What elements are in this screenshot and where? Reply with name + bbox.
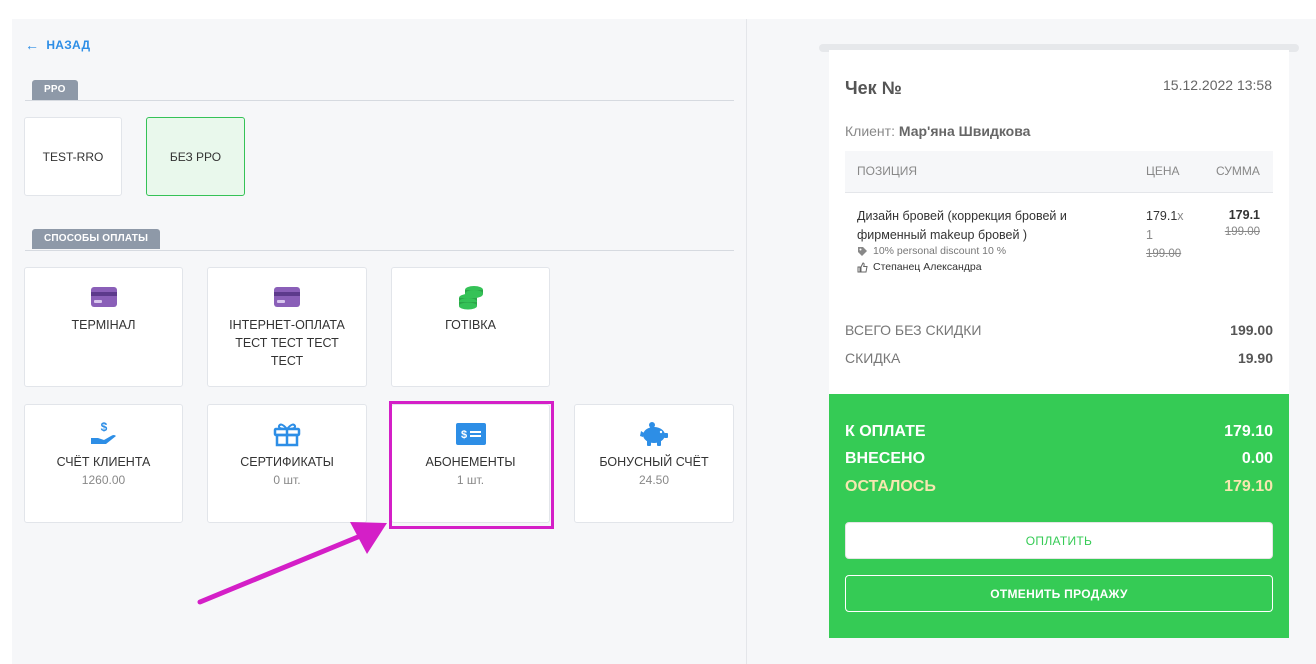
total-no-discount-value: 199.00 xyxy=(1230,322,1273,338)
payment-method-terminal[interactable]: ТЕРМІНАЛ xyxy=(24,267,183,387)
paid-row: ВНЕСЕНО 0.00 xyxy=(845,450,1273,468)
coins-icon xyxy=(457,284,485,310)
payment-method-cash[interactable]: ГОТІВКА xyxy=(391,267,550,387)
payment-method-label: СЧЁТ КЛИЕНТА xyxy=(56,455,151,469)
item-qty: 1 xyxy=(1146,228,1153,242)
back-link[interactable]: ← НАЗАД xyxy=(25,38,90,52)
prro-option-test-rro[interactable]: TEST-RRO xyxy=(24,117,122,196)
prro-option-no-rro[interactable]: БЕЗ РРО xyxy=(146,117,245,196)
total-no-discount-label: ВСЕГО БЕЗ СКИДКИ xyxy=(845,322,982,338)
receipt-title: Чек № xyxy=(845,78,902,98)
section-divider xyxy=(25,250,734,251)
to-pay-label: К ОПЛАТЕ xyxy=(845,423,926,440)
subscription-card-icon: $ xyxy=(455,421,486,447)
column-sum: СУММА xyxy=(1216,164,1260,178)
to-pay-row: К ОПЛАТЕ 179.10 xyxy=(845,423,1273,441)
item-sum: 179.1 199.00 xyxy=(1200,207,1260,241)
thumbs-up-icon xyxy=(857,261,868,273)
discount-value: 19.90 xyxy=(1237,350,1273,366)
item-qty-mark: x xyxy=(1177,209,1184,223)
tag-icon xyxy=(857,246,868,257)
to-pay-value: 179.10 xyxy=(1224,423,1273,440)
arrow-left-icon: ← xyxy=(25,37,40,53)
payment-method-subscriptions[interactable]: $ АБОНЕМЕНТЫ 1 шт. xyxy=(391,404,550,523)
piggy-bank-icon xyxy=(639,421,669,447)
prro-section-tab: РРО xyxy=(32,80,78,100)
payment-method-label: АБОНЕМЕНТЫ xyxy=(425,455,516,469)
svg-text:$: $ xyxy=(100,421,107,434)
payment-methods-section-tab: СПОСОБЫ ОПЛАТЫ xyxy=(32,229,161,249)
svg-text:$: $ xyxy=(460,429,466,441)
prro-option-label: БЕЗ РРО xyxy=(169,149,222,164)
receipt-table-header: ПОЗИЦИЯ ЦЕНА СУММА xyxy=(845,151,1273,193)
payment-method-label: ІНТЕРНЕТ-ОПЛАТА ТЕСТ ТЕСТ ТЕСТ ТЕСТ xyxy=(229,318,345,368)
item-sum-old: 199.00 xyxy=(1224,226,1260,238)
paid-value: 0.00 xyxy=(1241,450,1273,467)
receipt-client: Клиент: Мар'яна Швидкова xyxy=(845,123,1030,139)
total-no-discount-row: ВСЕГО БЕЗ СКИДКИ 199.00 xyxy=(845,322,1273,338)
payment-method-balance: 24.50 xyxy=(638,473,670,487)
card-icon xyxy=(273,284,301,310)
cancel-sale-button[interactable]: ОТМЕНИТЬ ПРОДАЖУ xyxy=(845,575,1273,612)
item-discount-text: 10% personal discount 10 % xyxy=(873,245,1007,257)
payment-method-label: СЕРТИФИКАТЫ xyxy=(240,455,334,469)
item-staff-name: Степанец Александра xyxy=(873,261,982,273)
item-sum-value: 179.1 xyxy=(1228,208,1260,222)
payment-method-label: ГОТІВКА xyxy=(445,318,496,332)
item-staff: Степанец Александра xyxy=(857,261,982,273)
hand-dollar-icon: $ xyxy=(89,421,119,447)
item-price-old: 199.00 xyxy=(1146,248,1182,260)
item-name: Дизайн бровей (коррекция бровей и фирмен… xyxy=(857,209,1067,242)
section-divider xyxy=(25,100,734,101)
discount-label: СКИДКА xyxy=(845,350,901,366)
column-position: ПОЗИЦИЯ xyxy=(857,164,917,178)
payment-method-balance: 1260.00 xyxy=(81,473,126,487)
item-discount: 10% personal discount 10 % xyxy=(857,245,1006,257)
remaining-value: 179.10 xyxy=(1224,478,1273,495)
payment-method-label: ТЕРМІНАЛ xyxy=(71,318,136,332)
discount-row: СКИДКА 19.90 xyxy=(845,350,1273,366)
back-label: НАЗАД xyxy=(46,38,91,52)
payment-method-bonus-account[interactable]: БОНУСНЫЙ СЧЁТ 24.50 xyxy=(574,404,734,523)
payment-method-label: БОНУСНЫЙ СЧЁТ xyxy=(599,455,709,469)
payment-method-internet[interactable]: ІНТЕРНЕТ-ОПЛАТА ТЕСТ ТЕСТ ТЕСТ ТЕСТ xyxy=(207,267,367,387)
payment-method-count: 0 шт. xyxy=(273,473,301,487)
client-label: Клиент: xyxy=(845,123,895,139)
item-price: 179.1x 1 199.00 xyxy=(1146,207,1184,264)
remaining-label: ОСТАЛОСЬ xyxy=(845,478,936,495)
payment-method-count: 1 шт. xyxy=(456,473,485,487)
annotation-arrow-icon xyxy=(197,522,387,605)
paid-label: ВНЕСЕНО xyxy=(845,450,926,467)
prro-option-label: TEST-RRO xyxy=(42,149,104,164)
payment-method-certificates[interactable]: СЕРТИФИКАТЫ 0 шт. xyxy=(207,404,367,523)
pay-button[interactable]: ОПЛАТИТЬ xyxy=(845,522,1273,559)
gift-icon xyxy=(273,421,301,447)
item-price-value: 179.1 xyxy=(1146,209,1178,223)
column-price: ЦЕНА xyxy=(1146,164,1180,178)
remaining-row: ОСТАЛОСЬ 179.10 xyxy=(845,478,1273,496)
payment-method-client-account[interactable]: $ СЧЁТ КЛИЕНТА 1260.00 xyxy=(24,404,183,523)
card-icon xyxy=(90,284,118,310)
receipt-date: 15.12.2022 13:58 xyxy=(1163,77,1272,93)
client-name: Мар'яна Швидкова xyxy=(898,123,1031,139)
